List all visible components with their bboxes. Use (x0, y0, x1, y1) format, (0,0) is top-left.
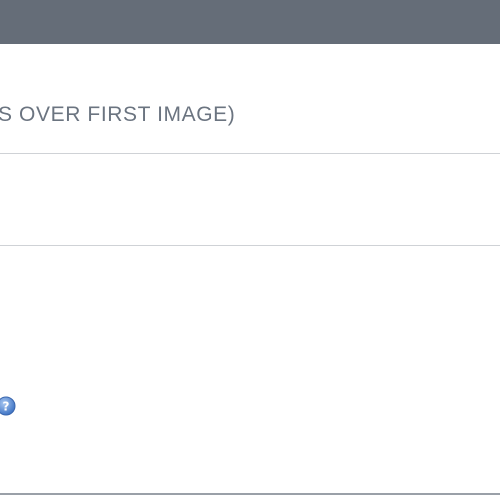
page: S OVER FIRST IMAGE) ? (0, 0, 500, 500)
bottom-border (0, 493, 500, 495)
divider (0, 245, 500, 246)
help-icon[interactable]: ? (0, 396, 16, 416)
divider (0, 153, 500, 154)
section-heading: S OVER FIRST IMAGE) (0, 103, 236, 126)
svg-text:?: ? (3, 400, 10, 414)
question-mark-icon: ? (0, 396, 16, 416)
top-bar (0, 0, 500, 44)
